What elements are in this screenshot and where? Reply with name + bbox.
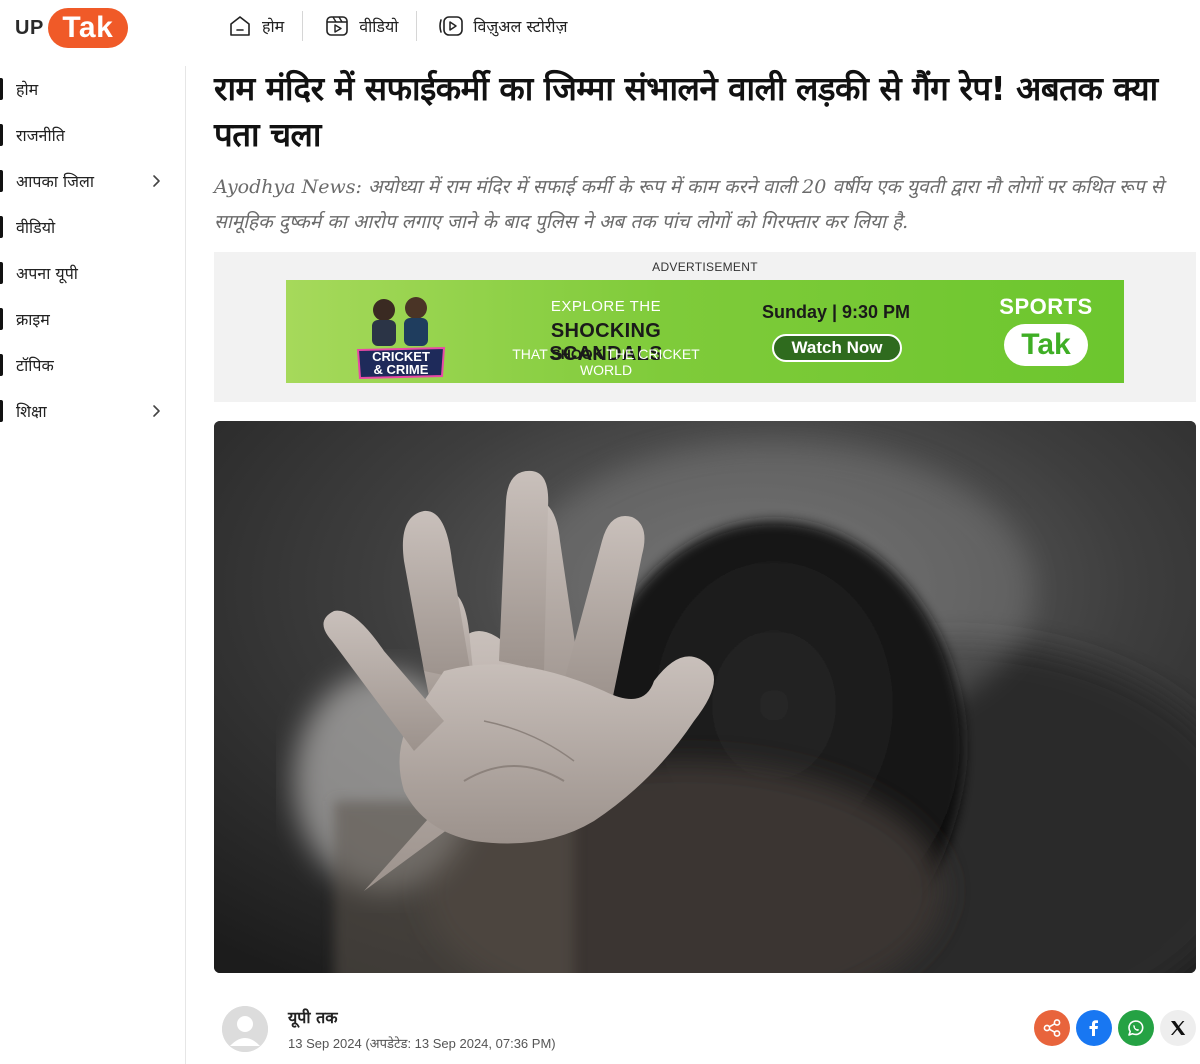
logo-up-text: UP (15, 16, 44, 39)
logo-tak-badge: Tak (47, 8, 128, 48)
sidebar-item-apna-up[interactable]: अपना यूपी (0, 250, 185, 296)
sidebar-item-label: क्राइम (16, 310, 50, 329)
ad-label: ADVERTISEMENT (652, 260, 758, 274)
topnav-visual-stories[interactable]: विज़ुअल स्टोरीज़ (433, 8, 585, 44)
top-nav: होम वीडियो विज़ुअल स्टोरीज़ (222, 8, 585, 44)
cricket-crime-show-logo: CRICKET & CRIME (356, 297, 446, 380)
sidebar-item-label: राजनीति (16, 126, 65, 145)
whatsapp-icon (1128, 1020, 1144, 1036)
sidebar-item-marker (0, 216, 3, 238)
sidebar-item-topic[interactable]: टॉपिक (0, 342, 185, 388)
ad-banner[interactable]: CRICKET & CRIME EXPLORE THE SHOCKING SCA… (286, 280, 1124, 383)
sidebar-item-marker (0, 170, 3, 192)
sidebar-item-home[interactable]: होम (0, 66, 185, 112)
whatsapp-share-button[interactable] (1118, 1010, 1154, 1046)
article-hero-image (214, 421, 1196, 973)
x-icon (1171, 1021, 1186, 1035)
sidebar-item-label: वीडियो (16, 218, 56, 237)
article-byline: यूपी तक 13 Sep 2024 (अपडेटेड: 13 Sep 202… (222, 1004, 1196, 1064)
topnav-divider (416, 11, 418, 41)
topnav-home[interactable]: होम (222, 8, 302, 44)
article-summary: Ayodhya News: अयोध्या में राम मंदिर में … (214, 176, 1164, 233)
chevron-right-icon[interactable] (148, 402, 166, 420)
article-headline: राम मंदिर में सफाईकर्मी का जिम्मा संभालन… (214, 69, 1158, 154)
share-buttons (1028, 1010, 1196, 1046)
article-main: राम मंदिर में सफाईकर्मी का जिम्मा संभालन… (214, 66, 1198, 1052)
ad-watch-now-button[interactable]: Watch Now (772, 334, 902, 362)
facebook-icon (1089, 1020, 1098, 1036)
topnav-video[interactable]: वीडियो (319, 8, 416, 44)
sidebar-item-crime[interactable]: क्राइम (0, 296, 185, 342)
top-header: UP Tak होम वीडियो विज़ुअल स्टोरीज़ (0, 0, 1200, 56)
sidebar-item-label: टॉपिक (16, 356, 54, 375)
author-name[interactable]: यूपी तक (288, 1006, 338, 1028)
sidebar-item-your-district[interactable]: आपका जिला (0, 158, 185, 204)
video-reel-icon (323, 12, 351, 40)
share-button[interactable] (1034, 1010, 1070, 1046)
show-logo-line2: & CRIME (374, 362, 429, 377)
share-icon (1043, 1019, 1061, 1037)
sidebar-item-marker (0, 124, 3, 146)
sidebar-item-label: शिक्षा (16, 402, 47, 421)
x-share-button[interactable] (1160, 1010, 1196, 1046)
hero-photo (214, 421, 1196, 973)
topnav-visual-stories-label: विज़ुअल स्टोरीज़ (473, 17, 568, 36)
publish-date: 13 Sep 2024 (अपडेटेड: 13 Sep 2024, 07:36… (288, 1036, 556, 1051)
sidebar-item-marker (0, 308, 3, 330)
sidebar-item-marker (0, 78, 3, 100)
ad-subline-pre: THAT (512, 346, 548, 362)
advertisement-block: ADVERTISEMENT CRICKET & CRIME EXPLORE TH… (214, 252, 1196, 402)
sidebar-item-label: अपना यूपी (16, 264, 78, 283)
ad-schedule: Sunday | 9:30 PM (761, 302, 911, 322)
sidebar-item-marker (0, 354, 3, 376)
ad-subline: THAT SHOOK THE CRICKET WORLD (486, 346, 726, 378)
sports-tak-logo-text: SPORTS (999, 294, 1093, 319)
topnav-divider (302, 11, 304, 41)
site-logo[interactable]: UP Tak (15, 6, 128, 50)
facebook-share-button[interactable] (1076, 1010, 1112, 1046)
sidebar-item-label: आपका जिला (16, 172, 94, 191)
topnav-home-label: होम (262, 17, 285, 36)
play-stories-icon (437, 12, 465, 40)
sidebar-item-marker (0, 400, 3, 422)
sidebar-item-marker (0, 262, 3, 284)
sidebar-item-video[interactable]: वीडियो (0, 204, 185, 250)
sidebar-item-education[interactable]: शिक्षा (0, 388, 185, 434)
sidebar-item-label: होम (16, 80, 39, 99)
sidebar-item-politics[interactable]: राजनीति (0, 112, 185, 158)
ad-explore-text: EXPLORE THE (550, 298, 662, 315)
author-avatar[interactable] (222, 1006, 268, 1052)
sidebar: होम राजनीति आपका जिला वीडियो अपना यूपी क… (0, 66, 186, 1064)
chevron-right-icon[interactable] (148, 172, 166, 190)
home-icon (226, 12, 254, 40)
topnav-video-label: वीडियो (359, 17, 399, 36)
ad-subline-bold: SHOOK (551, 346, 603, 362)
sports-tak-logo-badge: Tak (1004, 324, 1088, 366)
